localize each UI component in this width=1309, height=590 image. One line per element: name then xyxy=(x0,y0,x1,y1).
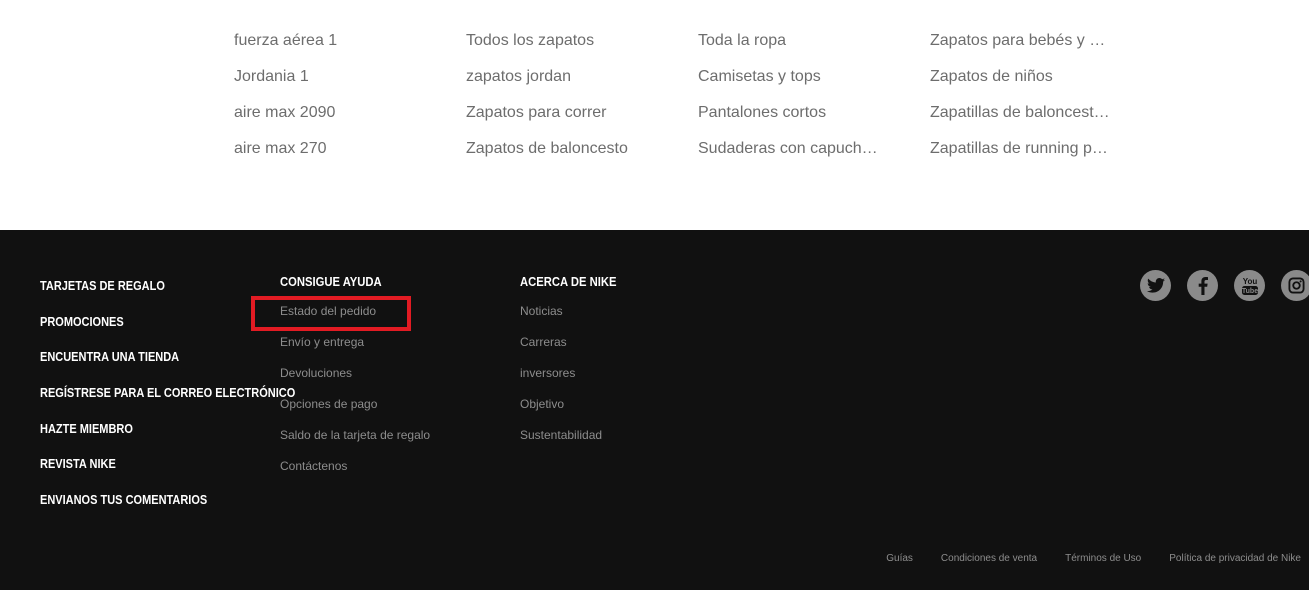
legal-link-privacy-policy[interactable]: Política de privacidad de Nike xyxy=(1169,553,1301,564)
facebook-icon[interactable] xyxy=(1187,270,1218,301)
legal-link-guides[interactable]: Guías xyxy=(886,553,913,564)
popular-link[interactable]: Pantalones cortos xyxy=(698,102,883,138)
svg-text:You: You xyxy=(1242,277,1257,286)
order-status-highlight xyxy=(251,296,411,331)
popular-link[interactable]: Jordania 1 xyxy=(234,66,419,102)
popular-link[interactable]: Todos los zapatos xyxy=(466,30,651,66)
footer-link-gift-card-balance[interactable]: Saldo de la tarjeta de regalo xyxy=(280,428,430,459)
popular-link[interactable]: Toda la ropa xyxy=(698,30,883,66)
popular-link[interactable]: aire max 2090 xyxy=(234,102,419,138)
legal-link-terms-of-sale[interactable]: Condiciones de venta xyxy=(941,553,1037,564)
footer-link-contact[interactable]: Contáctenos xyxy=(280,459,430,490)
popular-links-column-4: Zapatos para bebés y … Zapatos de niños … xyxy=(930,30,1130,174)
popular-link[interactable]: zapatos jordan xyxy=(466,66,651,102)
popular-links-column-2: Todos los zapatos zapatos jordan Zapatos… xyxy=(466,30,666,174)
popular-links-column-1: fuerza aérea 1 Jordania 1 aire max 2090 … xyxy=(234,30,434,174)
twitter-icon[interactable] xyxy=(1140,270,1171,301)
footer-link-returns[interactable]: Devoluciones xyxy=(280,366,430,397)
footer-link-investors[interactable]: inversores xyxy=(520,366,627,397)
popular-links-column-3: Toda la ropa Camisetas y tops Pantalones… xyxy=(698,30,898,174)
footer-link-purpose[interactable]: Objetivo xyxy=(520,397,627,428)
footer-link-find-store[interactable]: ENCUENTRA UNA TIENDA xyxy=(40,349,295,385)
footer-link-feedback[interactable]: ENVIANOS TUS COMENTARIOS xyxy=(40,492,295,528)
footer-help-heading[interactable]: CONSIGUE AYUDA xyxy=(280,274,415,294)
footer-about-column: ACERCA DE NIKE Noticias Carreras inverso… xyxy=(520,274,627,459)
popular-link[interactable]: Zapatillas de baloncest… xyxy=(930,102,1115,138)
popular-link[interactable]: Zapatos para correr xyxy=(466,102,651,138)
instagram-icon[interactable] xyxy=(1281,270,1309,301)
site-footer: TARJETAS DE REGALO PROMOCIONES ENCUENTRA… xyxy=(0,230,1309,590)
popular-link[interactable]: Camisetas y tops xyxy=(698,66,883,102)
footer-link-nike-magazine[interactable]: REVISTA NIKE xyxy=(40,456,295,492)
footer-link-sustainability[interactable]: Sustentabilidad xyxy=(520,428,627,459)
popular-link[interactable]: aire max 270 xyxy=(234,138,419,174)
footer-link-shipping[interactable]: Envío y entrega xyxy=(280,335,430,366)
popular-links-section: fuerza aérea 1 Jordania 1 aire max 2090 … xyxy=(0,0,1309,230)
footer-link-careers[interactable]: Carreras xyxy=(520,335,627,366)
footer-link-news[interactable]: Noticias xyxy=(520,304,627,335)
svg-text:Tube: Tube xyxy=(1241,288,1257,295)
popular-link[interactable]: Zapatos de baloncesto xyxy=(466,138,651,174)
legal-links: Guías Condiciones de venta Términos de U… xyxy=(886,553,1301,564)
footer-link-email-signup[interactable]: REGÍSTRESE PARA EL CORREO ELECTRÓNICO xyxy=(40,385,295,421)
legal-link-terms-of-use[interactable]: Términos de Uso xyxy=(1065,553,1141,564)
popular-link[interactable]: Sudaderas con capuch… xyxy=(698,138,883,174)
popular-link[interactable]: fuerza aérea 1 xyxy=(234,30,419,66)
footer-link-become-member[interactable]: HAZTE MIEMBRO xyxy=(40,421,295,457)
footer-link-payment-options[interactable]: Opciones de pago xyxy=(280,397,430,428)
popular-link[interactable]: Zapatos para bebés y … xyxy=(930,30,1115,66)
youtube-icon[interactable]: You Tube xyxy=(1234,270,1265,301)
popular-link[interactable]: Zapatos de niños xyxy=(930,66,1115,102)
footer-about-heading[interactable]: ACERCA DE NIKE xyxy=(520,274,616,294)
social-links: You Tube xyxy=(1140,270,1309,301)
popular-link[interactable]: Zapatillas de running p… xyxy=(930,138,1115,174)
